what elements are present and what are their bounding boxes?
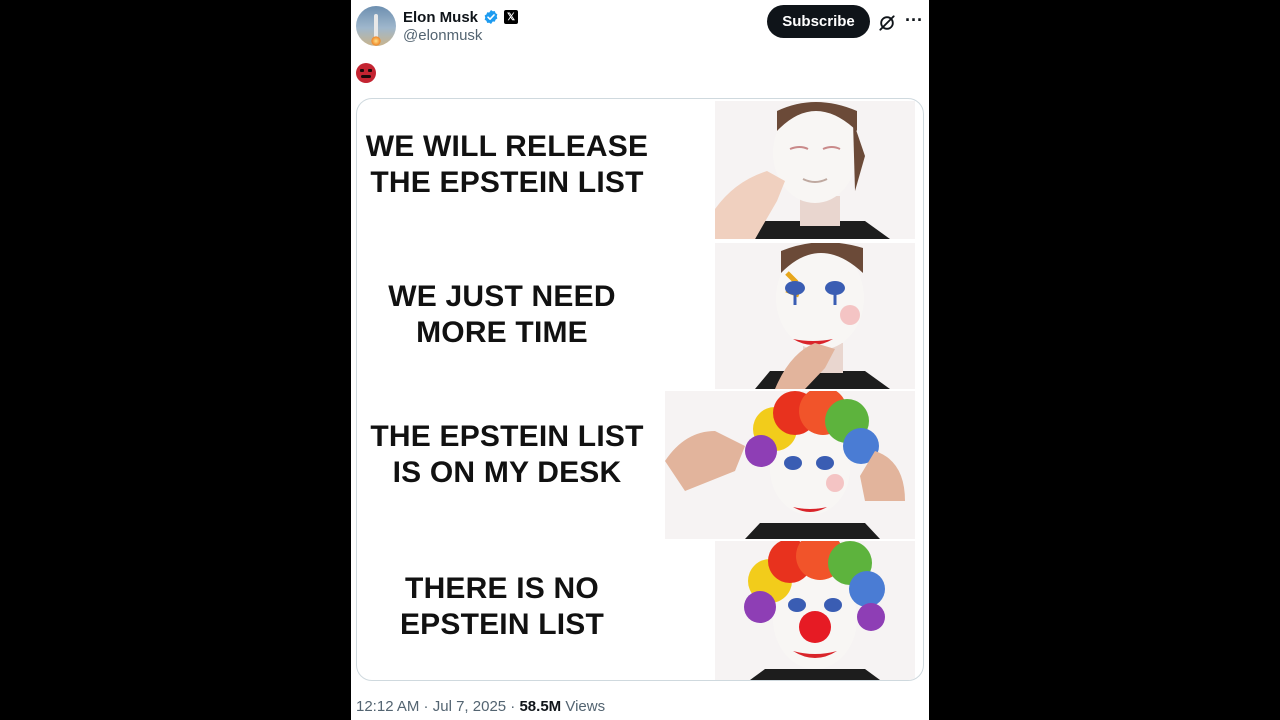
clown-wig-picture [665, 391, 915, 539]
meme-panel-2: WE JUST NEED MORE TIME [357, 241, 923, 389]
meta-separator: · [419, 698, 433, 715]
meme-panel-1-text: WE WILL RELEASE THE EPSTEIN LIST [365, 130, 649, 199]
meme-panel-1: WE WILL RELEASE THE EPSTEIN LIST [357, 99, 923, 241]
avatar[interactable] [356, 6, 396, 46]
post-date[interactable]: Jul 7, 2025 [433, 698, 506, 715]
meta-separator-2: · [506, 698, 520, 715]
full-clown-picture [715, 541, 915, 680]
emoji-left-eye [360, 69, 364, 72]
author-display-name[interactable]: Elon Musk [403, 9, 478, 26]
author-name-row: Elon Musk 𝕏 [403, 7, 519, 27]
emoji-right-eye [368, 69, 372, 72]
views-label: Views [561, 698, 606, 715]
white-face-makeup-picture [715, 101, 915, 239]
verified-badge-icon [484, 10, 498, 24]
emoji-mouth [361, 75, 371, 78]
more-options-icon[interactable]: ··· [904, 10, 924, 30]
author-handle[interactable]: @elonmusk [403, 27, 482, 44]
post-card: Elon Musk 𝕏 @elonmusk Subscribe ··· WE W… [351, 0, 929, 720]
views-count: 58.5M [519, 698, 562, 715]
meme-panel-3: THE EPSTEIN LIST IS ON MY DESK [357, 389, 923, 539]
grok-icon[interactable] [877, 13, 897, 33]
post-metadata: 12:12 AM · Jul 7, 2025 · 58.5M Views [356, 698, 605, 715]
meme-panel-2-text: WE JUST NEED MORE TIME [388, 280, 616, 349]
clown-makeup-lips-picture [715, 243, 915, 389]
meme-panel-3-text: THE EPSTEIN LIST IS ON MY DESK [370, 420, 644, 489]
post-time[interactable]: 12:12 AM [356, 698, 419, 715]
enraged-face-emoji-icon [356, 63, 376, 83]
subscribe-button[interactable]: Subscribe [767, 5, 870, 38]
meme-panel-4-text: THERE IS NO EPSTEIN LIST [399, 572, 605, 641]
meme-panel-4: THERE IS NO EPSTEIN LIST [357, 539, 923, 680]
meme-image[interactable]: WE WILL RELEASE THE EPSTEIN LIST WE JUST… [356, 98, 924, 681]
flame-icon [371, 36, 381, 46]
x-affiliation-badge-icon: 𝕏 [504, 10, 519, 24]
